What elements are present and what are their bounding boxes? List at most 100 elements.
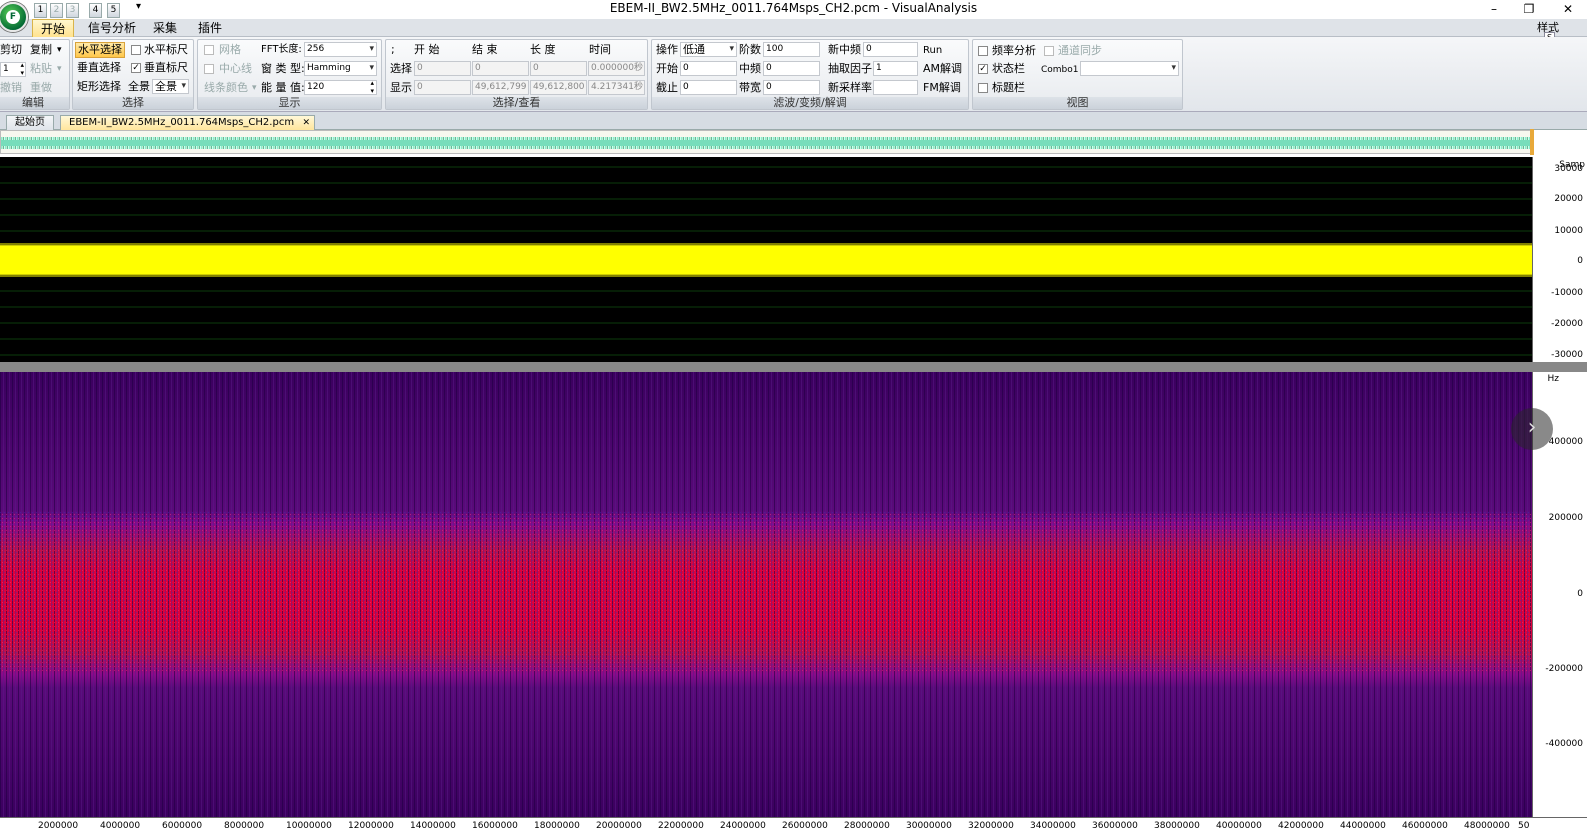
freq-analysis-checkbox[interactable] bbox=[978, 46, 988, 56]
channel-sync-checkbox[interactable] bbox=[1044, 46, 1054, 56]
energy-label: 能 量 值: bbox=[261, 81, 305, 94]
energy-spinner[interactable]: 120 ▴ ▾ bbox=[304, 80, 377, 95]
selection-end-field[interactable]: 0 bbox=[472, 61, 529, 76]
x-tick-label: 2000000 bbox=[38, 821, 79, 831]
line-color-button[interactable]: 线条颜色 bbox=[204, 81, 248, 95]
rect-select-button[interactable]: 矩形选择 bbox=[77, 80, 121, 94]
quick-access-dropdown-icon[interactable]: ▾ bbox=[136, 1, 141, 12]
cut-button[interactable]: 剪切 bbox=[0, 43, 22, 57]
redo-button[interactable]: 重做 bbox=[30, 81, 52, 95]
document-tab-bar: 起始页 EBEM-II_BW2.5MHz_0011.764Msps_CH2.pc… bbox=[0, 112, 1587, 130]
selection-row-label: 选择 bbox=[390, 62, 412, 75]
run-button[interactable]: Run bbox=[923, 44, 942, 58]
title-bar-checkbox[interactable] bbox=[978, 83, 988, 93]
x-tick-label: 18000000 bbox=[534, 821, 580, 831]
display-time-field[interactable]: 4.217341秒 bbox=[588, 80, 645, 95]
quick-access-button-5[interactable]: 5 bbox=[107, 3, 120, 18]
spectrogram-plot[interactable] bbox=[0, 372, 1532, 817]
close-icon[interactable]: ✕ bbox=[1560, 2, 1576, 16]
new-center-freq-label: 新中频 bbox=[828, 43, 861, 56]
copy-button[interactable]: 复制 bbox=[30, 43, 52, 57]
filter-cutoff-field[interactable]: 0 bbox=[680, 80, 737, 95]
decimation-label: 抽取因子 bbox=[828, 62, 872, 75]
quick-access-button-3[interactable]: 3 bbox=[66, 3, 79, 18]
quick-access-button-4[interactable]: 4 bbox=[89, 3, 102, 18]
edit-spinner[interactable]: 1 ▴ ▾ bbox=[0, 62, 26, 77]
spinner-arrows-icon[interactable]: ▴ ▾ bbox=[20, 63, 24, 76]
undo-button[interactable]: 撤销 bbox=[0, 81, 22, 95]
horizontal-select-button[interactable]: 水平选择 bbox=[75, 42, 125, 58]
selection-start-field[interactable]: 0 bbox=[414, 61, 471, 76]
tab-file[interactable]: EBEM-II_BW2.5MHz_0011.764Msps_CH2.pcm ✕ bbox=[60, 115, 316, 130]
operation-select[interactable]: 低通 bbox=[680, 42, 737, 57]
new-center-freq-field[interactable]: 0 bbox=[863, 42, 918, 57]
new-sample-rate-label: 新采样率 bbox=[828, 81, 872, 94]
overview-strip[interactable] bbox=[0, 130, 1532, 154]
new-sample-rate-field[interactable] bbox=[873, 80, 918, 95]
filter-start-field[interactable]: 0 bbox=[680, 61, 737, 76]
status-bar-checkbox[interactable]: ✓ bbox=[978, 64, 988, 74]
x-tick-label: 10000000 bbox=[286, 821, 332, 831]
order-field[interactable]: 100 bbox=[763, 42, 820, 57]
spectrogram-y-tick: 200000 bbox=[1548, 513, 1583, 523]
x-tick-label: 32000000 bbox=[968, 821, 1014, 831]
tab-signal-analysis[interactable]: 信号分析 bbox=[80, 21, 144, 37]
x-tick-label: 20000000 bbox=[596, 821, 642, 831]
x-tick-label: 46000000 bbox=[1402, 821, 1448, 831]
paste-dropdown-icon: ▾ bbox=[57, 64, 62, 74]
vertical-ruler-label: 垂直标尺 bbox=[144, 61, 188, 74]
bandwidth-field[interactable]: 0 bbox=[763, 80, 820, 95]
combo1-select[interactable] bbox=[1080, 61, 1179, 76]
paste-button[interactable]: 粘贴 bbox=[30, 62, 52, 76]
am-demod-button[interactable]: AM解调 bbox=[923, 62, 962, 76]
panel-splitter[interactable] bbox=[0, 362, 1587, 372]
window-type-select[interactable]: Hamming bbox=[304, 61, 377, 76]
quick-access-button-2[interactable]: 2 bbox=[50, 3, 63, 18]
fm-demod-button[interactable]: FM解调 bbox=[923, 81, 961, 95]
x-tick-label: 12000000 bbox=[348, 821, 394, 831]
tab-home-page[interactable]: 起始页 bbox=[6, 115, 54, 130]
x-tick-label: 40000000 bbox=[1216, 821, 1262, 831]
center-line-label: 中心线 bbox=[219, 62, 252, 75]
full-view-select[interactable]: 全景 bbox=[152, 79, 189, 94]
display-length-field[interactable]: 49,612,800 bbox=[530, 80, 587, 95]
time-signal-band bbox=[0, 245, 1532, 275]
spectrogram-y-tick: -400000 bbox=[1545, 739, 1583, 749]
horizontal-ruler-checkbox[interactable] bbox=[131, 45, 141, 55]
vertical-ruler-checkbox[interactable]: ✓ bbox=[131, 63, 141, 73]
select-group: 水平选择 垂直选择 矩形选择 水平标尺 ✓ 垂直标尺 全景 全景 选择 bbox=[72, 39, 194, 110]
time-signal-edge-bottom bbox=[0, 274, 1532, 277]
x-tick-last: 50 bbox=[1518, 821, 1530, 831]
x-tick-label: 36000000 bbox=[1092, 821, 1138, 831]
decimation-field[interactable]: 1 bbox=[873, 61, 918, 76]
select-view-group-label: 选择/查看 bbox=[386, 97, 647, 109]
quick-access-button-1[interactable]: 1 bbox=[34, 3, 47, 18]
restore-icon[interactable]: ❐ bbox=[1521, 2, 1537, 16]
tab-start[interactable]: 开始 bbox=[32, 19, 75, 37]
vertical-select-button[interactable]: 垂直选择 bbox=[77, 61, 121, 75]
fft-length-select[interactable]: 256 bbox=[304, 42, 377, 57]
next-panel-icon[interactable]: › bbox=[1511, 408, 1553, 450]
display-group: 网格 中心线 线条颜色 ▾ FFT长度: 256 窗 类 型: Hamming … bbox=[197, 39, 382, 110]
selection-length-field[interactable]: 0 bbox=[530, 61, 587, 76]
display-end-field[interactable]: 49,612,799 bbox=[472, 80, 529, 95]
display-start-field[interactable]: 0 bbox=[414, 80, 471, 95]
selection-time-field[interactable]: 0.000000秒 bbox=[588, 61, 645, 76]
center-freq-field[interactable]: 0 bbox=[763, 61, 820, 76]
tab-acquisition[interactable]: 采集 bbox=[145, 21, 185, 37]
time-y-tick: 10000 bbox=[1554, 226, 1583, 236]
spectrogram-noise bbox=[0, 512, 1532, 672]
grid-checkbox[interactable] bbox=[204, 45, 214, 55]
tab-plugins[interactable]: 插件 bbox=[190, 21, 230, 37]
time-domain-plot[interactable] bbox=[0, 157, 1532, 362]
copy-dropdown-icon[interactable]: ▾ bbox=[57, 43, 62, 57]
tab-close-icon[interactable]: ✕ bbox=[303, 116, 311, 130]
minimize-icon[interactable]: – bbox=[1486, 2, 1502, 16]
x-tick-label: 30000000 bbox=[906, 821, 952, 831]
energy-spinner-arrows-icon[interactable]: ▴ ▾ bbox=[370, 81, 374, 94]
edit-group-label: 编辑 bbox=[0, 97, 69, 109]
x-tick-label: 42000000 bbox=[1278, 821, 1324, 831]
horizontal-ruler-label: 水平标尺 bbox=[144, 43, 188, 56]
center-line-checkbox[interactable] bbox=[204, 64, 214, 74]
overview-range-handle[interactable] bbox=[1530, 129, 1534, 155]
